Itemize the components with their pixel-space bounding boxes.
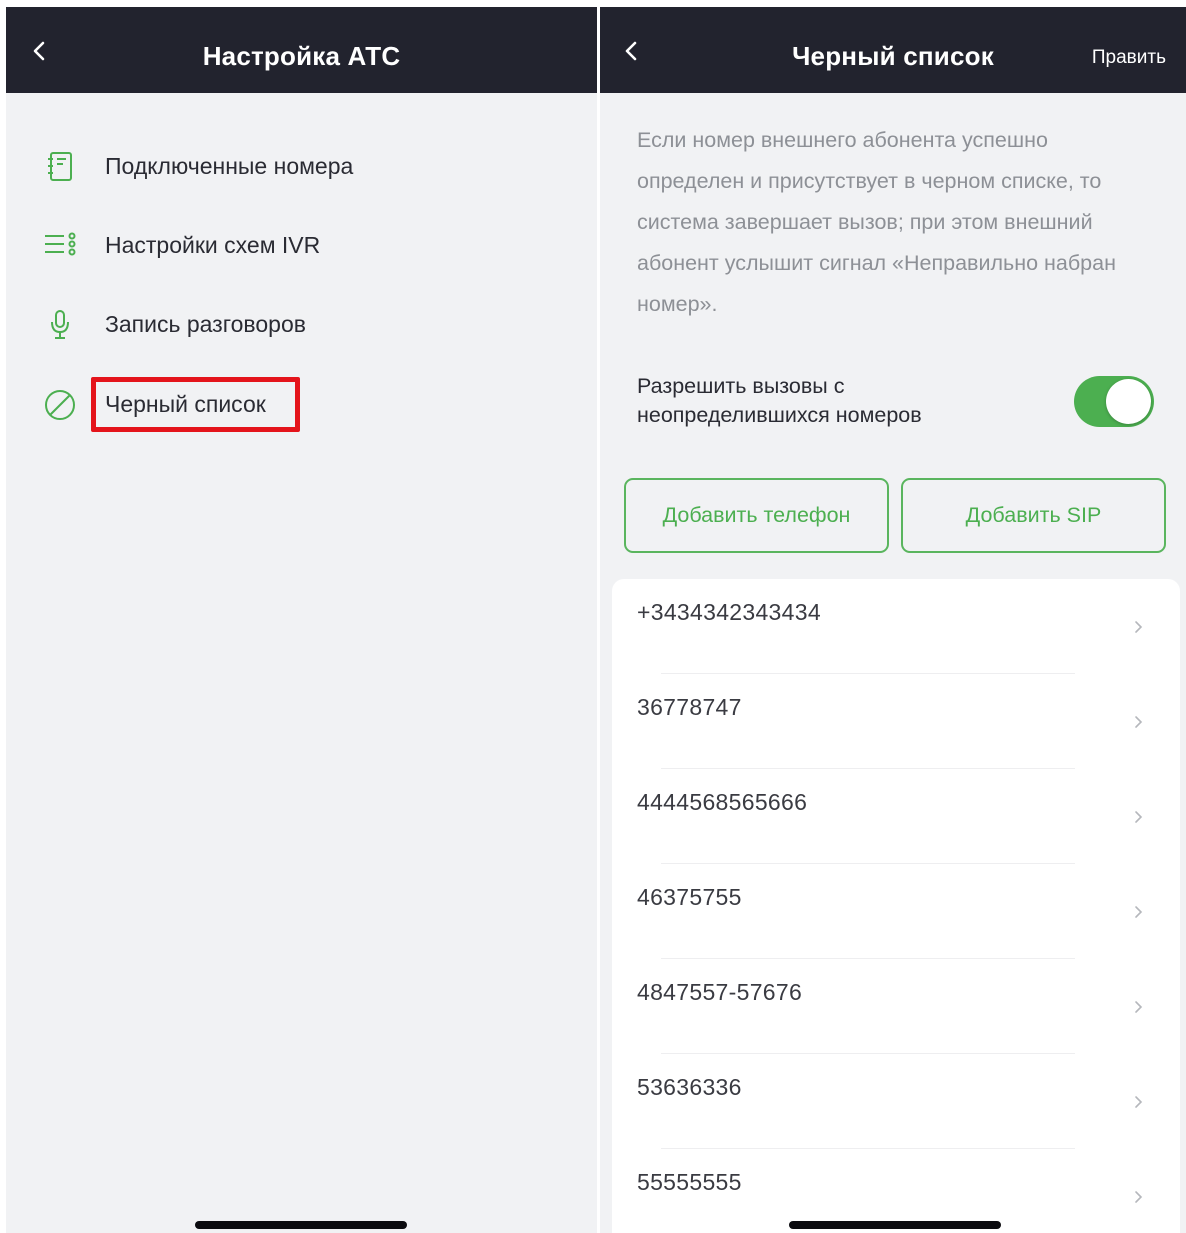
- menu-item-label: Подключенные номера: [105, 153, 354, 179]
- blacklist-number: 4847557-57676: [637, 979, 803, 1005]
- navbar: Настройка АТС: [6, 7, 597, 93]
- list-item[interactable]: 46375755: [612, 864, 1180, 959]
- menu-item-connected-numbers[interactable]: Подключенные номера: [6, 135, 597, 195]
- home-indicator: [195, 1221, 407, 1229]
- toggle-knob: [1106, 379, 1151, 424]
- blacklist-number: +3434342343434: [637, 599, 821, 625]
- chevron-right-icon: [1135, 716, 1143, 728]
- list-item[interactable]: 4847557-57676: [612, 959, 1180, 1054]
- blacklist-description: Если номер внешнего абонента успешно опр…: [637, 128, 1116, 316]
- list-item[interactable]: 4444568565666: [612, 769, 1180, 864]
- list-item[interactable]: +3434342343434: [612, 579, 1180, 674]
- chevron-right-icon: [1135, 906, 1143, 918]
- blacklist-screen: Черный список Править Если номер внешнег…: [600, 7, 1186, 1233]
- navbar: Черный список Править: [600, 7, 1186, 93]
- blacklist-number: 46375755: [637, 884, 742, 910]
- pbx-settings-screen: Настройка АТС Подключенные номера Настро…: [6, 7, 597, 1233]
- menu-item-call-recording[interactable]: Запись разговоров: [6, 293, 597, 353]
- list-item[interactable]: 36778747: [612, 674, 1180, 769]
- menu-item-ivr-settings[interactable]: Настройки схем IVR: [6, 214, 597, 274]
- blacklist-number: 55555555: [637, 1169, 742, 1195]
- allow-unknown-toggle[interactable]: [1074, 376, 1154, 427]
- notebook-icon: [48, 152, 72, 181]
- edit-button[interactable]: Править: [1092, 47, 1166, 69]
- microphone-icon: [51, 310, 69, 339]
- chevron-right-icon: [1135, 1001, 1143, 1013]
- blacklist-number: 53636336: [637, 1074, 742, 1100]
- menu-item-label: Запись разговоров: [105, 311, 306, 337]
- chevron-right-icon: [1135, 1191, 1143, 1203]
- menu-item-label: Настройки схем IVR: [105, 232, 321, 258]
- highlight-annotation: [91, 377, 300, 432]
- blacklist-number: 4444568565666: [637, 789, 808, 815]
- list-settings-icon: [45, 232, 76, 256]
- blacklist-list: +3434342343434 36778747 4444568565666 46…: [612, 579, 1180, 1233]
- toggle-label: Разрешить вызовы с неопределившихся номе…: [637, 374, 922, 427]
- chevron-right-icon: [1135, 811, 1143, 823]
- add-phone-button[interactable]: Добавить телефон: [624, 478, 889, 553]
- page-title: Настройка АТС: [202, 41, 401, 71]
- blacklist-number: 36778747: [637, 694, 742, 720]
- add-sip-button[interactable]: Добавить SIP: [901, 478, 1166, 553]
- home-indicator: [789, 1221, 1001, 1229]
- block-icon: [45, 390, 75, 420]
- list-item[interactable]: 53636336: [612, 1054, 1180, 1149]
- chevron-right-icon: [1135, 1096, 1143, 1108]
- chevron-right-icon: [1135, 621, 1143, 633]
